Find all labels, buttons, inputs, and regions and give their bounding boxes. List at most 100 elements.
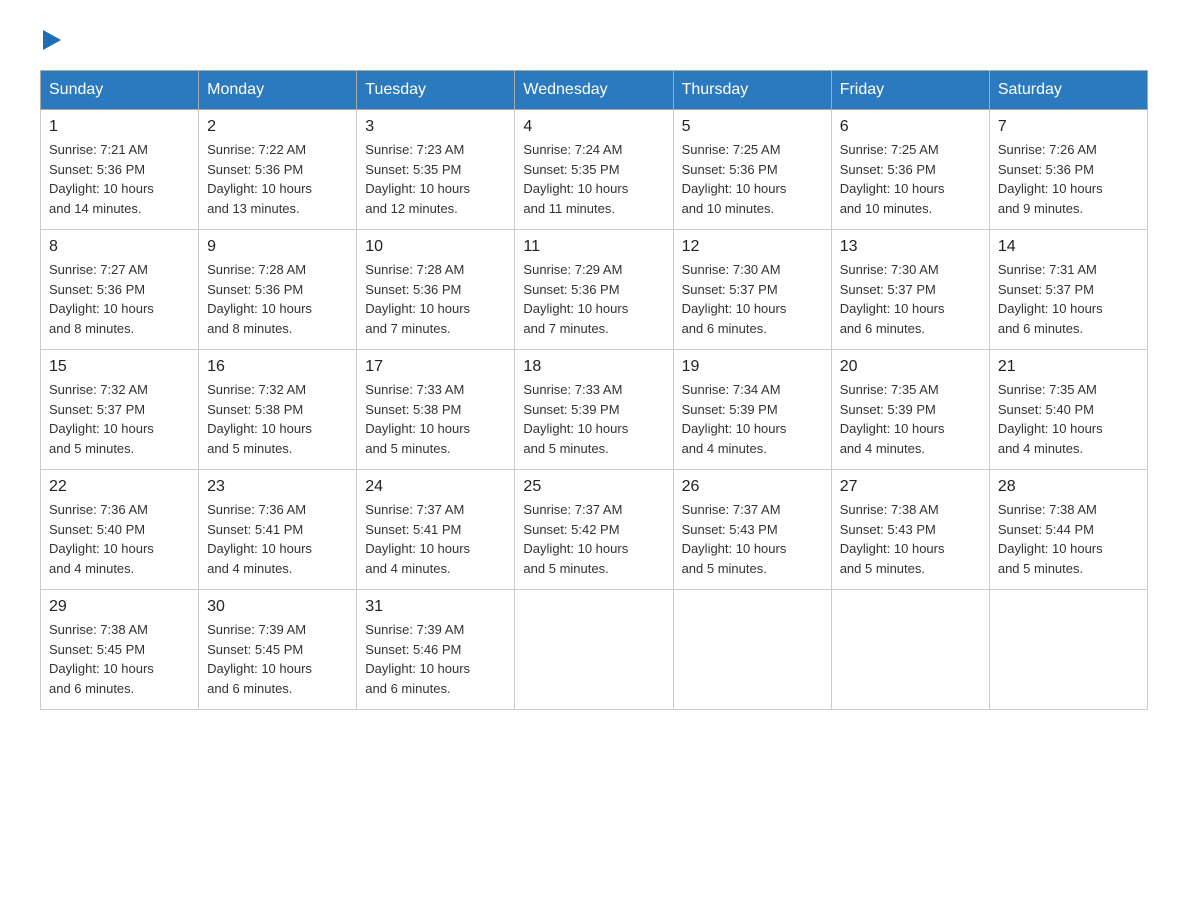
day-number: 14 (998, 238, 1139, 256)
calendar-cell: 10 Sunrise: 7:28 AM Sunset: 5:36 PM Dayl… (357, 230, 515, 350)
day-info: Sunrise: 7:37 AM Sunset: 5:43 PM Dayligh… (682, 500, 823, 578)
col-header-sunday: Sunday (41, 71, 199, 110)
day-info: Sunrise: 7:35 AM Sunset: 5:39 PM Dayligh… (840, 380, 981, 458)
day-number: 17 (365, 358, 506, 376)
day-info: Sunrise: 7:37 AM Sunset: 5:42 PM Dayligh… (523, 500, 664, 578)
calendar-cell: 12 Sunrise: 7:30 AM Sunset: 5:37 PM Dayl… (673, 230, 831, 350)
day-info: Sunrise: 7:31 AM Sunset: 5:37 PM Dayligh… (998, 260, 1139, 338)
calendar-week-2: 8 Sunrise: 7:27 AM Sunset: 5:36 PM Dayli… (41, 230, 1148, 350)
calendar-week-4: 22 Sunrise: 7:36 AM Sunset: 5:40 PM Dayl… (41, 470, 1148, 590)
day-number: 29 (49, 598, 190, 616)
day-info: Sunrise: 7:27 AM Sunset: 5:36 PM Dayligh… (49, 260, 190, 338)
calendar-cell: 24 Sunrise: 7:37 AM Sunset: 5:41 PM Dayl… (357, 470, 515, 590)
day-info: Sunrise: 7:38 AM Sunset: 5:43 PM Dayligh… (840, 500, 981, 578)
day-number: 31 (365, 598, 506, 616)
day-info: Sunrise: 7:22 AM Sunset: 5:36 PM Dayligh… (207, 140, 348, 218)
day-info: Sunrise: 7:28 AM Sunset: 5:36 PM Dayligh… (365, 260, 506, 338)
day-number: 9 (207, 238, 348, 256)
calendar-cell: 26 Sunrise: 7:37 AM Sunset: 5:43 PM Dayl… (673, 470, 831, 590)
day-info: Sunrise: 7:36 AM Sunset: 5:41 PM Dayligh… (207, 500, 348, 578)
calendar-cell: 4 Sunrise: 7:24 AM Sunset: 5:35 PM Dayli… (515, 110, 673, 230)
day-number: 7 (998, 118, 1139, 136)
calendar-cell: 23 Sunrise: 7:36 AM Sunset: 5:41 PM Dayl… (199, 470, 357, 590)
calendar-cell: 16 Sunrise: 7:32 AM Sunset: 5:38 PM Dayl… (199, 350, 357, 470)
calendar-week-1: 1 Sunrise: 7:21 AM Sunset: 5:36 PM Dayli… (41, 110, 1148, 230)
day-info: Sunrise: 7:30 AM Sunset: 5:37 PM Dayligh… (840, 260, 981, 338)
calendar-cell (831, 590, 989, 710)
calendar-table: SundayMondayTuesdayWednesdayThursdayFrid… (40, 70, 1148, 710)
day-number: 4 (523, 118, 664, 136)
day-info: Sunrise: 7:32 AM Sunset: 5:37 PM Dayligh… (49, 380, 190, 458)
logo (40, 30, 61, 50)
day-number: 26 (682, 478, 823, 496)
day-info: Sunrise: 7:26 AM Sunset: 5:36 PM Dayligh… (998, 140, 1139, 218)
day-info: Sunrise: 7:33 AM Sunset: 5:38 PM Dayligh… (365, 380, 506, 458)
day-number: 18 (523, 358, 664, 376)
day-info: Sunrise: 7:32 AM Sunset: 5:38 PM Dayligh… (207, 380, 348, 458)
calendar-cell: 14 Sunrise: 7:31 AM Sunset: 5:37 PM Dayl… (989, 230, 1147, 350)
day-number: 25 (523, 478, 664, 496)
col-header-friday: Friday (831, 71, 989, 110)
calendar-cell: 2 Sunrise: 7:22 AM Sunset: 5:36 PM Dayli… (199, 110, 357, 230)
day-number: 3 (365, 118, 506, 136)
calendar-cell: 25 Sunrise: 7:37 AM Sunset: 5:42 PM Dayl… (515, 470, 673, 590)
day-info: Sunrise: 7:25 AM Sunset: 5:36 PM Dayligh… (840, 140, 981, 218)
calendar-cell: 22 Sunrise: 7:36 AM Sunset: 5:40 PM Dayl… (41, 470, 199, 590)
day-info: Sunrise: 7:33 AM Sunset: 5:39 PM Dayligh… (523, 380, 664, 458)
day-info: Sunrise: 7:25 AM Sunset: 5:36 PM Dayligh… (682, 140, 823, 218)
calendar-cell: 31 Sunrise: 7:39 AM Sunset: 5:46 PM Dayl… (357, 590, 515, 710)
col-header-monday: Monday (199, 71, 357, 110)
day-number: 27 (840, 478, 981, 496)
day-number: 6 (840, 118, 981, 136)
day-number: 22 (49, 478, 190, 496)
day-info: Sunrise: 7:23 AM Sunset: 5:35 PM Dayligh… (365, 140, 506, 218)
calendar-cell: 6 Sunrise: 7:25 AM Sunset: 5:36 PM Dayli… (831, 110, 989, 230)
day-number: 8 (49, 238, 190, 256)
day-number: 1 (49, 118, 190, 136)
day-info: Sunrise: 7:24 AM Sunset: 5:35 PM Dayligh… (523, 140, 664, 218)
day-info: Sunrise: 7:21 AM Sunset: 5:36 PM Dayligh… (49, 140, 190, 218)
col-header-thursday: Thursday (673, 71, 831, 110)
day-info: Sunrise: 7:29 AM Sunset: 5:36 PM Dayligh… (523, 260, 664, 338)
day-info: Sunrise: 7:39 AM Sunset: 5:46 PM Dayligh… (365, 620, 506, 698)
day-info: Sunrise: 7:39 AM Sunset: 5:45 PM Dayligh… (207, 620, 348, 698)
calendar-header-row: SundayMondayTuesdayWednesdayThursdayFrid… (41, 71, 1148, 110)
day-info: Sunrise: 7:38 AM Sunset: 5:45 PM Dayligh… (49, 620, 190, 698)
day-number: 16 (207, 358, 348, 376)
day-info: Sunrise: 7:28 AM Sunset: 5:36 PM Dayligh… (207, 260, 348, 338)
calendar-cell (515, 590, 673, 710)
calendar-cell: 1 Sunrise: 7:21 AM Sunset: 5:36 PM Dayli… (41, 110, 199, 230)
day-number: 20 (840, 358, 981, 376)
calendar-cell: 15 Sunrise: 7:32 AM Sunset: 5:37 PM Dayl… (41, 350, 199, 470)
calendar-cell: 19 Sunrise: 7:34 AM Sunset: 5:39 PM Dayl… (673, 350, 831, 470)
logo-triangle-icon (43, 30, 61, 50)
calendar-cell: 3 Sunrise: 7:23 AM Sunset: 5:35 PM Dayli… (357, 110, 515, 230)
calendar-week-3: 15 Sunrise: 7:32 AM Sunset: 5:37 PM Dayl… (41, 350, 1148, 470)
calendar-cell (989, 590, 1147, 710)
calendar-cell: 27 Sunrise: 7:38 AM Sunset: 5:43 PM Dayl… (831, 470, 989, 590)
day-info: Sunrise: 7:36 AM Sunset: 5:40 PM Dayligh… (49, 500, 190, 578)
day-number: 30 (207, 598, 348, 616)
calendar-cell: 21 Sunrise: 7:35 AM Sunset: 5:40 PM Dayl… (989, 350, 1147, 470)
calendar-cell: 20 Sunrise: 7:35 AM Sunset: 5:39 PM Dayl… (831, 350, 989, 470)
day-number: 21 (998, 358, 1139, 376)
day-number: 24 (365, 478, 506, 496)
calendar-cell: 7 Sunrise: 7:26 AM Sunset: 5:36 PM Dayli… (989, 110, 1147, 230)
col-header-wednesday: Wednesday (515, 71, 673, 110)
calendar-cell: 28 Sunrise: 7:38 AM Sunset: 5:44 PM Dayl… (989, 470, 1147, 590)
day-info: Sunrise: 7:34 AM Sunset: 5:39 PM Dayligh… (682, 380, 823, 458)
day-info: Sunrise: 7:35 AM Sunset: 5:40 PM Dayligh… (998, 380, 1139, 458)
calendar-cell: 9 Sunrise: 7:28 AM Sunset: 5:36 PM Dayli… (199, 230, 357, 350)
day-number: 13 (840, 238, 981, 256)
day-number: 10 (365, 238, 506, 256)
day-info: Sunrise: 7:37 AM Sunset: 5:41 PM Dayligh… (365, 500, 506, 578)
calendar-cell: 29 Sunrise: 7:38 AM Sunset: 5:45 PM Dayl… (41, 590, 199, 710)
calendar-cell: 17 Sunrise: 7:33 AM Sunset: 5:38 PM Dayl… (357, 350, 515, 470)
calendar-cell (673, 590, 831, 710)
page-header (40, 30, 1148, 50)
calendar-cell: 11 Sunrise: 7:29 AM Sunset: 5:36 PM Dayl… (515, 230, 673, 350)
calendar-cell: 30 Sunrise: 7:39 AM Sunset: 5:45 PM Dayl… (199, 590, 357, 710)
day-number: 11 (523, 238, 664, 256)
day-number: 5 (682, 118, 823, 136)
day-info: Sunrise: 7:38 AM Sunset: 5:44 PM Dayligh… (998, 500, 1139, 578)
